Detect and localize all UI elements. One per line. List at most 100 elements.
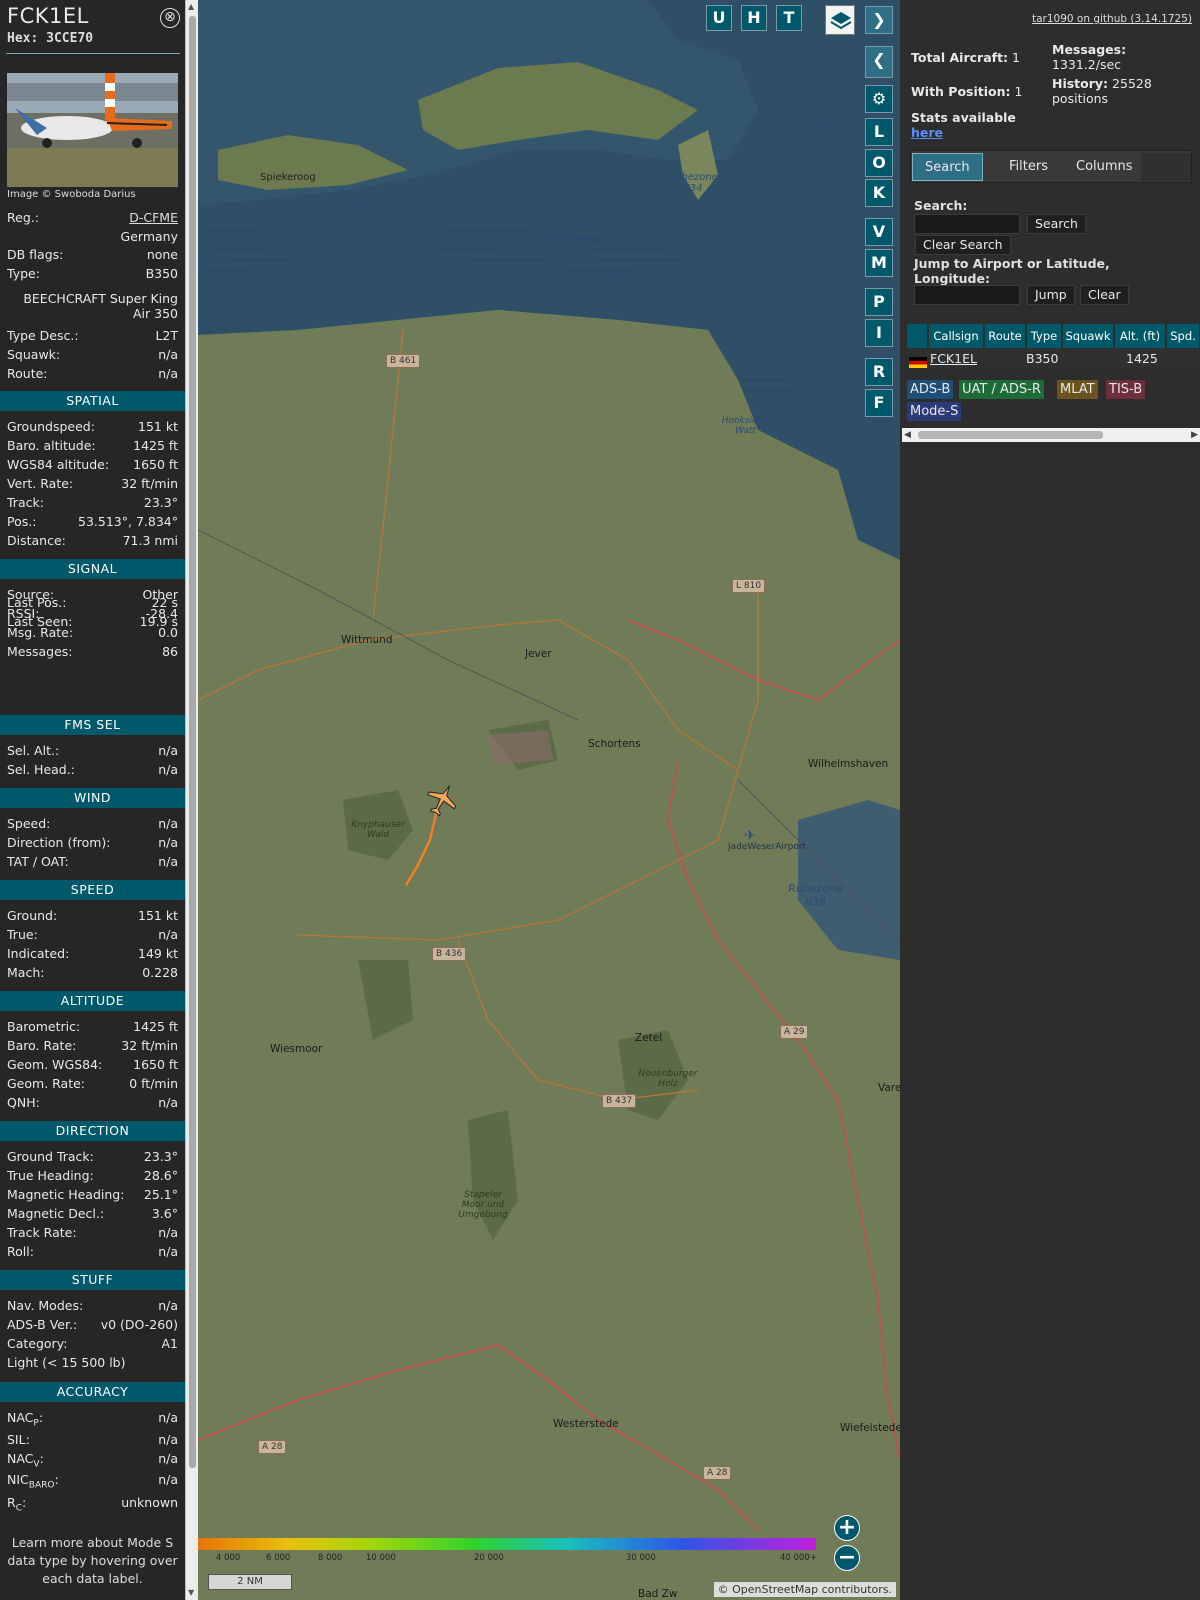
button-u[interactable]: U: [706, 5, 732, 31]
zoom-out-button[interactable]: −: [834, 1545, 860, 1571]
badge-tisb[interactable]: TIS-B: [1106, 380, 1146, 399]
col-type[interactable]: Type: [1027, 324, 1062, 348]
fms-value: n/a: [158, 762, 178, 777]
info-scrollbar-thumb[interactable]: [189, 16, 196, 1468]
altitude-row: Geom. WGS84: 1650 ft: [7, 1056, 178, 1074]
airport-icon: ✈: [744, 828, 756, 844]
fms-label: Sel. Head.:: [7, 762, 75, 777]
badge-adsb[interactable]: ADS-B: [907, 380, 954, 399]
hex-value: 3CCE70: [46, 31, 94, 46]
table-row[interactable]: FCK1EL B350 1425: [907, 349, 1200, 369]
aircraft-marker-icon[interactable]: [424, 782, 460, 818]
clear-jump-button[interactable]: Clear: [1080, 285, 1129, 305]
col-route[interactable]: Route: [985, 324, 1026, 348]
nicbaro-value: n/a: [158, 1472, 178, 1487]
search-button[interactable]: Search: [1027, 214, 1086, 234]
speed-label: Ground:: [7, 908, 58, 923]
settings-gear-icon[interactable]: ⚙: [865, 85, 893, 113]
col-flag[interactable]: [907, 324, 928, 348]
col-altitude[interactable]: Alt. (ft): [1115, 324, 1166, 348]
row-callsign[interactable]: FCK1EL: [930, 349, 977, 369]
scroll-right-icon[interactable]: ▶: [1191, 428, 1198, 442]
road-a28-west: A 28: [258, 1440, 287, 1454]
tab-search[interactable]: Search: [912, 153, 983, 181]
altitude-value: 32 ft/min: [121, 1038, 178, 1053]
badge-mlat[interactable]: MLAT: [1057, 380, 1098, 399]
badge-modes[interactable]: Mode-S: [907, 402, 962, 421]
zoom-in-button[interactable]: +: [834, 1515, 860, 1541]
button-i[interactable]: I: [865, 319, 893, 347]
direction-row: Magnetic Decl.: 3.6°: [7, 1205, 178, 1223]
table-scrollbar-thumb[interactable]: [918, 431, 1103, 439]
expand-sidebar-icon[interactable]: ❯: [865, 6, 893, 34]
button-o[interactable]: O: [865, 149, 893, 177]
button-r[interactable]: R: [865, 358, 893, 386]
route-label: Route:: [7, 366, 48, 381]
spatial-row: Groundspeed: 151 kt: [7, 418, 178, 436]
rc-main: R: [7, 1495, 16, 1510]
scroll-left-icon[interactable]: ◀: [904, 428, 911, 442]
aircraft-hex: Hex: 3CCE70: [7, 31, 93, 46]
direction-row: Roll: n/a: [7, 1243, 178, 1261]
badge-uat[interactable]: UAT / ADS-R: [959, 380, 1044, 399]
search-input[interactable]: [914, 214, 1020, 234]
road-l810: L 810: [732, 579, 766, 593]
button-h[interactable]: H: [741, 5, 767, 31]
button-t[interactable]: T: [776, 5, 802, 31]
speed-row: Mach: 0.228: [7, 964, 178, 982]
col-callsign[interactable]: Callsign: [929, 324, 984, 348]
label-wanger-watt: Wanger Watt: [606, 268, 650, 294]
jump-input[interactable]: [914, 285, 1020, 305]
spatial-value: 151 kt: [138, 419, 178, 434]
squawk-value: n/a: [158, 347, 178, 362]
scroll-up-icon[interactable]: ▲: [188, 2, 194, 11]
button-p[interactable]: P: [865, 288, 893, 316]
signal-row: Last Pos.: 22 s: [7, 594, 178, 612]
title-divider: [6, 53, 180, 54]
close-icon[interactable]: ⊗: [160, 8, 180, 28]
nicbaro-label: NICBARO:: [7, 1471, 59, 1495]
label-wangerooger-plate: Wangerooger Plate: [773, 118, 841, 140]
direction-value: 3.6°: [151, 1206, 178, 1221]
altitude-value: 1650 ft: [133, 1057, 178, 1072]
button-m[interactable]: M: [865, 249, 893, 277]
info-scrollbar[interactable]: ▲ ▼: [185, 0, 198, 1600]
layers-icon[interactable]: [825, 5, 855, 35]
button-v[interactable]: V: [865, 218, 893, 246]
map-view[interactable]: Spiekeroog Wangerooger Inselwatt Wangero…: [198, 0, 900, 1600]
button-k[interactable]: K: [865, 179, 893, 207]
sil-value: n/a: [158, 1432, 178, 1447]
tab-filters[interactable]: Filters: [997, 153, 1060, 181]
stats-link[interactable]: here: [911, 125, 943, 140]
clear-search-button[interactable]: Clear Search: [915, 235, 1011, 255]
scroll-down-icon[interactable]: ▼: [188, 1588, 194, 1597]
type-value: B350: [145, 266, 178, 281]
label-neues-brack: Neues Brack: [685, 243, 748, 254]
type-label: Type:: [7, 266, 40, 281]
osm-link[interactable]: OpenStreetMap: [732, 1583, 818, 1596]
nacp-main: NAC: [7, 1410, 34, 1425]
section-spatial: SPATIAL: [0, 391, 185, 411]
jump-button[interactable]: Jump: [1027, 285, 1075, 305]
aircraft-photo[interactable]: [7, 73, 178, 187]
scale-bar: 2 NM: [208, 1574, 292, 1590]
label-ruhezone-134: Ruhezone I/34: [668, 172, 718, 194]
col-speed[interactable]: Spd.: [1167, 324, 1200, 348]
tab-columns[interactable]: Columns: [1064, 153, 1145, 181]
reg-link[interactable]: D-CFME: [129, 209, 178, 227]
github-link[interactable]: tar1090 on github (3.14.1725): [1032, 13, 1192, 25]
nicbaro-sub: BARO: [28, 1480, 55, 1491]
label-ruhezone-136: Ruhezone I/36: [788, 882, 843, 908]
button-f[interactable]: F: [865, 389, 893, 417]
col-squawk[interactable]: Squawk: [1063, 324, 1114, 348]
attribution-prefix: ©: [717, 1583, 733, 1596]
dbflags-label: DB flags:: [7, 247, 64, 262]
reg-label: Reg.:: [7, 210, 39, 225]
button-l[interactable]: L: [865, 118, 893, 146]
signal-label: Messages:: [7, 644, 73, 659]
label-harlesieler-watt: Harlesieler Watt: [484, 240, 538, 262]
altitude-row: QNH: n/a: [7, 1094, 178, 1112]
table-horizontal-scrollbar[interactable]: ◀ ▶: [902, 428, 1200, 442]
collapse-sidebar-icon[interactable]: ❮: [865, 46, 893, 78]
with-position: With Position: 1: [911, 84, 1022, 99]
